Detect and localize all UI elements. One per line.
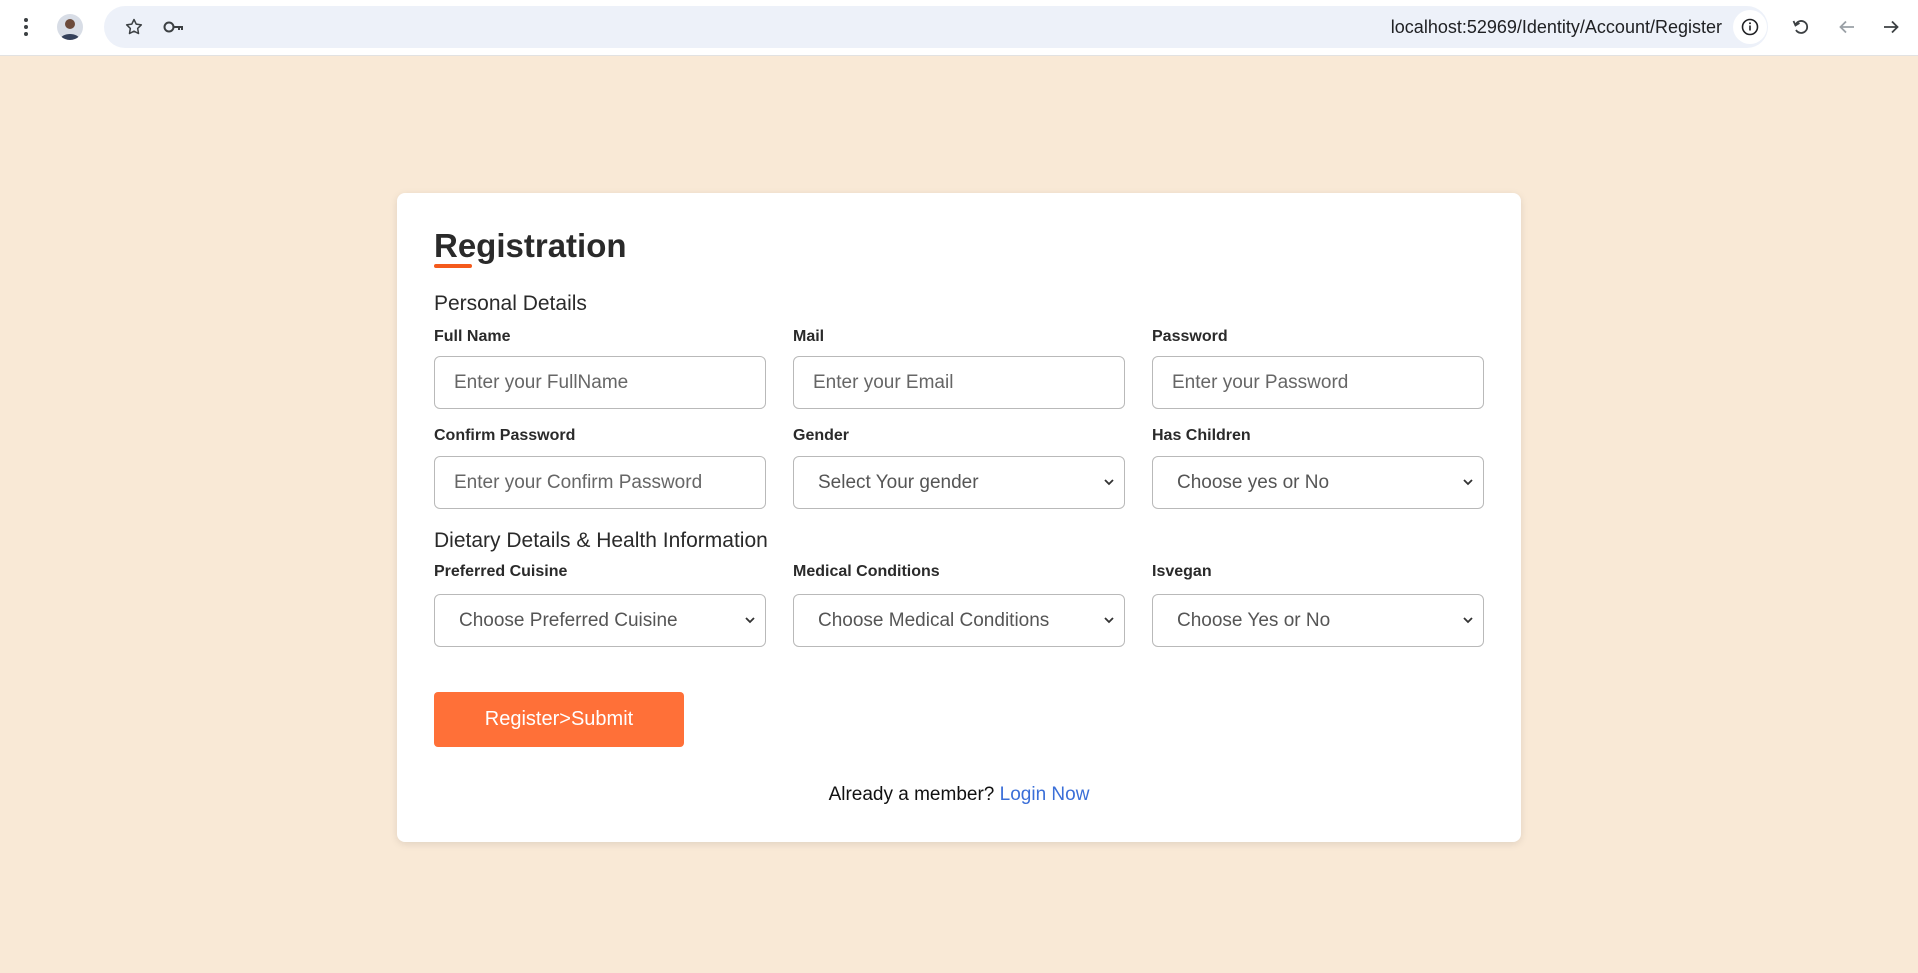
email-input[interactable] <box>794 357 1124 408</box>
password-key-icon[interactable] <box>160 13 188 41</box>
site-info-icon[interactable] <box>1733 10 1767 44</box>
bookmark-star-icon[interactable] <box>120 13 148 41</box>
login-now-link[interactable]: Login Now <box>1000 784 1090 805</box>
mail-field-box <box>793 356 1125 409</box>
profile-avatar[interactable] <box>57 14 83 40</box>
chevron-down-icon <box>1104 617 1114 624</box>
has-children-select[interactable]: Choose yes or No <box>1152 456 1484 509</box>
forward-arrow-icon[interactable] <box>1877 13 1905 41</box>
password-input[interactable] <box>1153 357 1483 408</box>
has-children-label: Has Children <box>1152 427 1251 444</box>
browser-toolbar: localhost:52969/Identity/Account/Registe… <box>0 0 1918 56</box>
login-prompt: Already a member? Login Now <box>397 784 1521 806</box>
dietary-details-heading: Dietary Details & Health Information <box>434 529 768 552</box>
preferred-cuisine-select[interactable]: Choose Preferred Cuisine <box>434 594 766 647</box>
password-field-box <box>1152 356 1484 409</box>
page-title: Registration <box>434 227 627 264</box>
confirm-password-label: Confirm Password <box>434 427 576 444</box>
back-arrow-icon[interactable] <box>1833 13 1861 41</box>
preferred-cuisine-select-value: Choose Preferred Cuisine <box>459 609 678 631</box>
login-prompt-text: Already a member? <box>828 784 995 805</box>
title-underline <box>434 264 472 268</box>
personal-details-heading: Personal Details <box>434 292 587 315</box>
kebab-menu-icon[interactable] <box>12 13 40 41</box>
preferred-cuisine-label: Preferred Cuisine <box>434 563 568 580</box>
chevron-down-icon <box>1463 479 1473 486</box>
confirm-password-field-box <box>434 456 766 509</box>
medical-conditions-select[interactable]: Choose Medical Conditions <box>793 594 1125 647</box>
gender-select-value: Select Your gender <box>818 471 979 493</box>
has-children-select-value: Choose yes or No <box>1177 471 1330 493</box>
registration-card: Registration Personal Details Full Name … <box>397 193 1521 842</box>
full-name-field-box <box>434 356 766 409</box>
medical-conditions-label: Medical Conditions <box>793 563 940 580</box>
chevron-down-icon <box>1104 479 1114 486</box>
mail-label: Mail <box>793 328 825 345</box>
chevron-down-icon <box>1463 617 1473 624</box>
isvegan-label: Isvegan <box>1152 563 1212 580</box>
gender-label: Gender <box>793 427 850 444</box>
password-label: Password <box>1152 328 1228 345</box>
gender-select[interactable]: Select Your gender <box>793 456 1125 509</box>
isvegan-select-value: Choose Yes or No <box>1177 609 1331 631</box>
medical-conditions-select-value: Choose Medical Conditions <box>818 609 1050 631</box>
full-name-label: Full Name <box>434 328 511 345</box>
address-url[interactable]: localhost:52969/Identity/Account/Registe… <box>1300 17 1722 38</box>
chevron-down-icon <box>745 617 755 624</box>
reload-icon[interactable] <box>1787 13 1815 41</box>
isvegan-select[interactable]: Choose Yes or No <box>1152 594 1484 647</box>
register-submit-button[interactable]: Register>Submit <box>434 692 684 747</box>
full-name-input[interactable] <box>435 357 765 408</box>
confirm-password-input[interactable] <box>435 457 765 508</box>
